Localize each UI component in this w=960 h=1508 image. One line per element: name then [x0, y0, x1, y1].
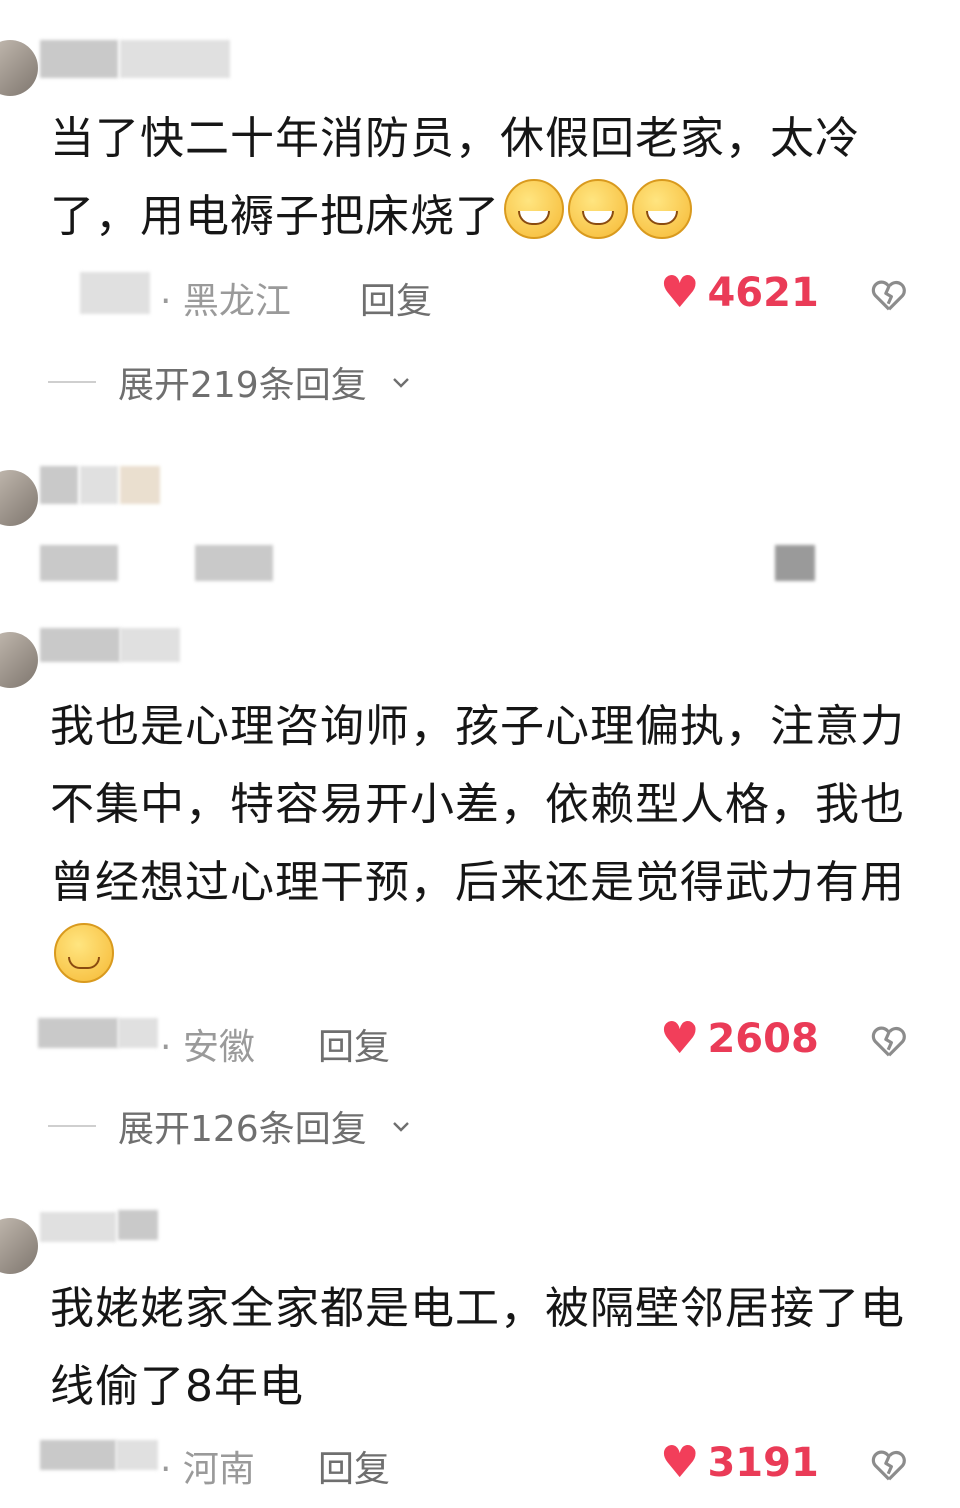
redacted-block [40, 466, 78, 504]
broken-heart-icon[interactable] [870, 276, 908, 314]
username-redacted [120, 40, 230, 78]
comment-location: · 黑龙江 [160, 281, 291, 322]
like-button[interactable]: ♥ 2608 [660, 1016, 819, 1062]
username-redacted [80, 272, 150, 314]
chevron-down-icon [392, 378, 409, 388]
expand-replies[interactable]: 展开126条回复 [48, 1100, 413, 1152]
reply-button[interactable]: 回复 [318, 1440, 390, 1492]
grin-sweat-emoji [632, 179, 692, 239]
comment-text: 我姥姥家全家都是电工，被隔壁邻居接了电线偷了8年电 [50, 1270, 920, 1426]
like-button[interactable]: ♥ 3191 [660, 1440, 819, 1486]
expand-replies-label: 展开126条回复 [118, 1109, 367, 1150]
divider-line [48, 1125, 96, 1127]
username-redacted [120, 628, 180, 662]
comment-location: · 河南 [160, 1449, 255, 1490]
comment-text: 我也是心理咨询师，孩子心理偏执，注意力不集中，特容易开小差，依赖型人格，我也曾经… [50, 688, 920, 1000]
comment-text-body: 我姥姥家全家都是电工，被隔壁邻居接了电线偷了8年电 [50, 1283, 905, 1412]
username-redacted [118, 1018, 158, 1048]
avatar[interactable] [0, 1218, 38, 1274]
expand-replies[interactable]: 展开219条回复 [48, 356, 413, 408]
username-redacted [118, 1210, 158, 1240]
heart-icon: ♥ [660, 1437, 700, 1488]
like-count: 3191 [707, 1440, 819, 1486]
redacted-block [120, 466, 160, 504]
divider-line [48, 381, 96, 383]
like-count: 2608 [707, 1016, 819, 1062]
username-redacted [40, 1440, 116, 1470]
redacted-block [80, 466, 118, 504]
smile-emoji [54, 923, 114, 983]
like-button[interactable]: ♥ 4621 [660, 270, 819, 316]
comment-text: 当了快二十年消防员，休假回老家，太冷了，用电褥子把床烧了 [50, 100, 920, 256]
reply-button[interactable]: 回复 [360, 272, 432, 324]
chevron-down-icon [392, 1122, 409, 1132]
grin-sweat-emoji [568, 179, 628, 239]
username-redacted[interactable] [40, 628, 120, 662]
redacted-block [195, 545, 273, 581]
avatar[interactable] [0, 470, 38, 526]
grin-sweat-emoji [504, 179, 564, 239]
redacted-block [40, 545, 118, 581]
username-redacted [116, 1440, 158, 1470]
comment-text-body: 当了快二十年消防员，休假回老家，太冷了，用电褥子把床烧了 [50, 113, 860, 242]
username-redacted [38, 1018, 118, 1048]
username-redacted[interactable] [40, 1212, 116, 1242]
broken-heart-icon[interactable] [870, 1446, 908, 1484]
avatar[interactable] [0, 632, 38, 688]
expand-replies-label: 展开219条回复 [118, 365, 367, 406]
comment-text-body: 我也是心理咨询师，孩子心理偏执，注意力不集中，特容易开小差，依赖型人格，我也曾经… [50, 701, 905, 908]
reply-button[interactable]: 回复 [318, 1018, 390, 1070]
redacted-block [775, 545, 815, 581]
like-count: 4621 [707, 270, 819, 316]
avatar[interactable] [0, 40, 38, 96]
broken-heart-icon[interactable] [870, 1022, 908, 1060]
heart-icon: ♥ [660, 1013, 700, 1064]
username-redacted[interactable] [40, 40, 118, 78]
heart-icon: ♥ [660, 267, 700, 318]
comment-location: · 安徽 [160, 1027, 255, 1068]
